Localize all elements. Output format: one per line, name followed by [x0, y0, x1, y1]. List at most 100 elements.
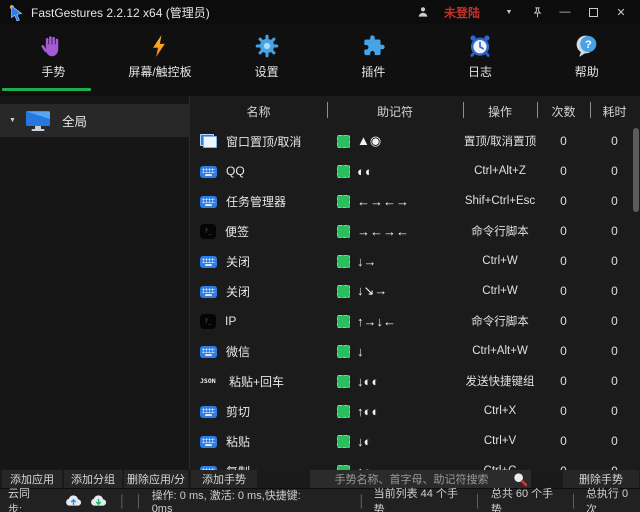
- table-row[interactable]: 微信 ↓ Ctrl+Alt+W 0 0: [190, 336, 640, 366]
- tree-expander-icon[interactable]: ▼: [9, 117, 21, 124]
- gesture-count: 0: [537, 434, 590, 448]
- gesture-count: 0: [537, 254, 590, 268]
- add-gesture-button[interactable]: 添加手势: [191, 470, 257, 488]
- table-row[interactable]: 任务管理器 ←→←→ Shif+Ctrl+Esc 0 0: [190, 186, 640, 216]
- close-button[interactable]: ✕: [614, 2, 628, 22]
- executed-count: 总执行 0 次: [586, 485, 640, 512]
- cloud-download-icon[interactable]: [90, 494, 107, 507]
- gesture-color-swatch: [337, 435, 350, 448]
- window-title: FastGestures 2.2.12 x64 (管理员): [31, 4, 210, 21]
- statusbar-separator: │: [358, 494, 366, 508]
- column-header-mnemonic: 助记符: [327, 96, 463, 126]
- gesture-mnemonic: ↓◐: [357, 434, 371, 449]
- gear-icon: [254, 32, 280, 60]
- gesture-color-swatch: [337, 285, 350, 298]
- add-group-button[interactable]: 添加分组: [64, 470, 122, 488]
- gesture-name: 粘贴: [226, 433, 250, 450]
- gesture-color-swatch: [337, 165, 350, 178]
- delete-app-button[interactable]: 删除应用/分: [124, 470, 188, 488]
- keyboard-icon: [200, 346, 217, 358]
- chevron-down-icon[interactable]: ▼: [502, 2, 516, 22]
- statusbar: 云同步: │ │ 操作: 0 ms, 激活: 0 ms,快捷键: 0ms │ 当…: [0, 488, 640, 512]
- table-row[interactable]: 复制 ↑◐ Ctrl+C 0 0: [190, 456, 640, 470]
- gesture-table: 名称 助记符 操作 次数 耗时 窗口置顶/取消 ▲◉ 置顶/取消置顶 0 0 Q…: [190, 96, 640, 470]
- sidebar-item-global[interactable]: ▼ 全局: [0, 104, 189, 137]
- gesture-count: 0: [537, 164, 590, 178]
- gesture-action: Ctrl+W: [463, 255, 537, 267]
- column-header-name: 名称: [190, 96, 327, 126]
- tab-screen[interactable]: 屏幕/触控板: [107, 24, 214, 96]
- gesture-name: 剪切: [226, 403, 250, 420]
- gesture-mnemonic: ↓: [357, 344, 364, 359]
- table-row[interactable]: 关闭 ↓↘→ Ctrl+W 0 0: [190, 276, 640, 306]
- minimize-button[interactable]: —: [558, 2, 572, 22]
- current-list-count: 当前列表 44 个手势: [374, 485, 466, 512]
- tab-help[interactable]: ? 帮助: [533, 24, 640, 96]
- statusbar-separator: │: [474, 494, 482, 508]
- pin-icon[interactable]: [530, 2, 544, 22]
- main-area: ▼ 全局 名称 助记符 操作 次数 耗时 窗口置顶/取消 ▲◉: [0, 96, 640, 470]
- gesture-count: 0: [537, 134, 590, 148]
- table-row[interactable]: 剪切 ↑◐◐ Ctrl+X 0 0: [190, 396, 640, 426]
- gesture-time: 0: [590, 404, 639, 418]
- gesture-name: IP: [225, 314, 236, 328]
- scrollbar-thumb[interactable]: [633, 128, 639, 212]
- gesture-mnemonic: ◐◐: [357, 164, 373, 179]
- gesture-color-swatch: [337, 315, 350, 328]
- gesture-rows: 窗口置顶/取消 ▲◉ 置顶/取消置顶 0 0 QQ ◐◐ Ctrl+Alt+Z …: [190, 126, 640, 470]
- table-row[interactable]: 窗口置顶/取消 ▲◉ 置顶/取消置顶 0 0: [190, 126, 640, 156]
- statusbar-separator: │: [135, 494, 143, 508]
- gesture-color-swatch: [337, 345, 350, 358]
- gesture-action: 命令行脚本: [463, 223, 537, 239]
- cloud-upload-icon[interactable]: [65, 494, 82, 507]
- table-row[interactable]: IP ↑→↓← 命令行脚本 0 0: [190, 306, 640, 336]
- user-icon[interactable]: [416, 2, 430, 22]
- gesture-time: 0: [590, 194, 639, 208]
- timing-stats: 操作: 0 ms, 激活: 0 ms,快捷键: 0ms: [152, 487, 318, 512]
- gesture-action: Ctrl+V: [463, 435, 537, 447]
- cloud-sync-label: 云同步:: [8, 485, 43, 512]
- lightning-icon: [147, 32, 173, 60]
- table-row[interactable]: 关闭 ↓→ Ctrl+W 0 0: [190, 246, 640, 276]
- keyboard-icon: [200, 196, 217, 208]
- gesture-mnemonic: →←→←: [357, 224, 409, 239]
- tab-logs[interactable]: 日志: [427, 24, 534, 96]
- maximize-button[interactable]: [586, 2, 600, 22]
- statusbar-separator: │: [570, 494, 578, 508]
- table-row[interactable]: QQ ◐◐ Ctrl+Alt+Z 0 0: [190, 156, 640, 186]
- gesture-action: 发送快捷键组: [463, 373, 537, 389]
- gesture-count: 0: [537, 314, 590, 328]
- table-row[interactable]: JSON 粘贴+回车 ↓◐◐ 发送快捷键组 0 0: [190, 366, 640, 396]
- tab-settings[interactable]: 设置: [213, 24, 320, 96]
- tab-plugins[interactable]: 插件: [320, 24, 427, 96]
- gesture-action: Ctrl+X: [463, 405, 537, 417]
- gesture-time: 0: [590, 374, 639, 388]
- hand-icon: [40, 32, 66, 60]
- table-row[interactable]: 粘贴 ↓◐ Ctrl+V 0 0: [190, 426, 640, 456]
- help-icon: ?: [574, 32, 600, 60]
- gesture-mnemonic: ↓◐◐: [357, 374, 379, 389]
- keyboard-icon: [200, 436, 217, 448]
- tabbar: 手势 屏幕/触控板 设置 插件 日志 ? 帮助: [0, 24, 640, 96]
- gesture-name: 微信: [226, 343, 250, 360]
- tab-gestures[interactable]: 手势: [0, 24, 107, 96]
- gesture-count: 0: [537, 224, 590, 238]
- table-row[interactable]: 便签 →←→← 命令行脚本 0 0: [190, 216, 640, 246]
- gesture-color-swatch: [337, 255, 350, 268]
- gesture-mnemonic: ↓→: [357, 254, 377, 269]
- table-header: 名称 助记符 操作 次数 耗时: [190, 96, 640, 126]
- gesture-mnemonic: ↑◐◐: [357, 404, 379, 419]
- keyboard-icon: [200, 166, 217, 178]
- gesture-name: 窗口置顶/取消: [226, 133, 301, 150]
- gesture-count: 0: [537, 344, 590, 358]
- login-status[interactable]: 未登陆: [444, 4, 480, 21]
- app-tree-sidebar: ▼ 全局: [0, 96, 190, 470]
- titlebar-controls: 未登陆 ▼ — ✕: [416, 2, 634, 22]
- json-icon: JSON: [200, 374, 220, 389]
- gesture-mnemonic: ↑→↓←: [357, 314, 396, 329]
- keyboard-icon: [200, 406, 217, 418]
- column-header-time: 耗时: [590, 96, 639, 126]
- keyboard-icon: [200, 256, 217, 268]
- gesture-count: 0: [537, 374, 590, 388]
- gesture-color-swatch: [337, 135, 350, 148]
